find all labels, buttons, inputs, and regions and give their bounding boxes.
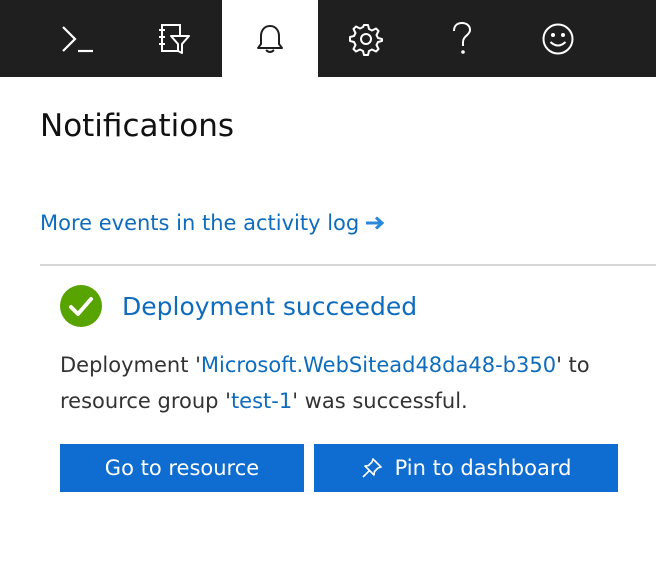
directory-filter-icon [157, 22, 191, 56]
pin-to-dashboard-label: Pin to dashboard [394, 456, 572, 480]
bell-icon [255, 23, 285, 55]
resource-group-link[interactable]: test-1 [231, 389, 292, 413]
go-to-resource-button[interactable]: Go to resource [60, 444, 304, 492]
message-suffix: ' was successful. [292, 389, 468, 413]
arrow-right-icon [365, 216, 385, 230]
success-check-icon [60, 285, 102, 327]
message-prefix: Deployment ' [60, 353, 201, 377]
question-mark-icon [450, 21, 474, 57]
divider [40, 264, 656, 266]
notifications-button[interactable] [222, 0, 318, 77]
notification-item: Deployment succeeded Deployment 'Microso… [60, 285, 656, 515]
gear-icon [349, 22, 383, 56]
terminal-prompt-icon [60, 23, 96, 55]
panel-title: Notifications [40, 108, 235, 144]
notification-title[interactable]: Deployment succeeded [122, 292, 417, 321]
directory-filter-button[interactable] [126, 0, 222, 77]
pin-icon [361, 457, 383, 479]
smiley-icon [541, 22, 575, 56]
deployment-name-link[interactable]: Microsoft.WebSitead48da48-b350 [201, 353, 556, 377]
notification-message: Deployment 'Microsoft.WebSitead48da48-b3… [60, 347, 656, 419]
top-bar [0, 0, 656, 77]
cloud-shell-button[interactable] [30, 0, 126, 77]
help-button[interactable] [414, 0, 510, 77]
feedback-button[interactable] [510, 0, 606, 77]
settings-button[interactable] [318, 0, 414, 77]
activity-log-link[interactable]: More events in the activity log [40, 211, 385, 235]
notification-header: Deployment succeeded [60, 285, 417, 327]
pin-to-dashboard-button[interactable]: Pin to dashboard [314, 444, 618, 492]
activity-log-link-label: More events in the activity log [40, 211, 360, 235]
